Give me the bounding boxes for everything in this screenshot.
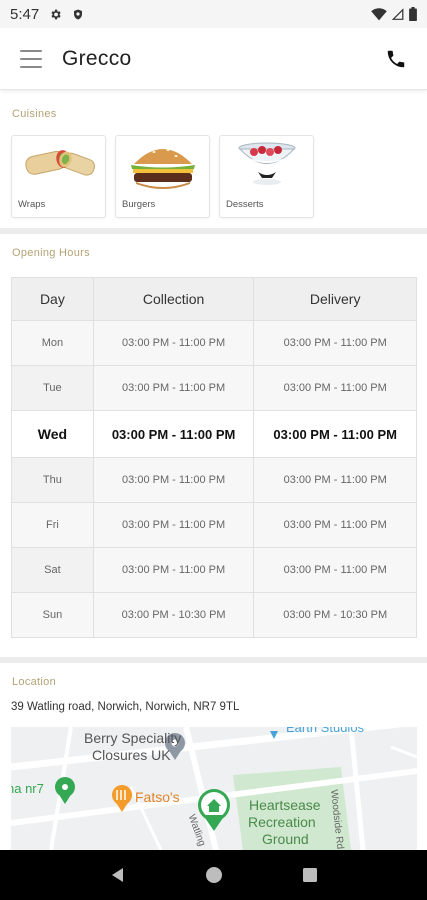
- opening-hours-section-title: Opening Hours: [12, 247, 90, 259]
- collection-hours-cell: 03:00 PM - 11:00 PM: [92, 457, 255, 503]
- day-cell: Mon: [11, 320, 94, 366]
- recents-icon[interactable]: [302, 867, 318, 883]
- system-navigation-bar: [0, 850, 427, 900]
- collection-hours-cell: 03:00 PM - 11:00 PM: [92, 502, 255, 548]
- app-bar: Grecco: [0, 28, 427, 90]
- day-cell: Tue: [11, 365, 94, 411]
- map-background: [11, 727, 417, 850]
- column-header-day: Day: [11, 277, 94, 321]
- delivery-hours-cell: 03:00 PM - 11:00 PM: [253, 457, 417, 503]
- day-cell: Sat: [11, 547, 94, 593]
- wrap-image: [25, 150, 95, 176]
- delivery-hours-cell: 03:00 PM - 11:00 PM: [253, 410, 417, 458]
- dessert-image: [238, 142, 296, 185]
- table-header-row: Day Collection Delivery: [11, 277, 417, 321]
- delivery-hours-cell: 03:00 PM - 11:00 PM: [253, 365, 417, 411]
- home-icon[interactable]: [205, 866, 223, 884]
- delivery-hours-cell: 03:00 PM - 11:00 PM: [253, 320, 417, 366]
- settings-gear-icon: [49, 8, 62, 21]
- cuisine-card-desserts[interactable]: Desserts: [219, 135, 314, 218]
- delivery-hours-cell: 03:00 PM - 11:00 PM: [253, 547, 417, 593]
- table-row: Thu 03:00 PM - 11:00 PM 03:00 PM - 11:00…: [11, 457, 417, 503]
- section-divider: [0, 657, 427, 663]
- battery-icon: [409, 7, 417, 21]
- back-icon[interactable]: [109, 866, 127, 884]
- section-divider: [0, 228, 427, 234]
- table-row: Tue 03:00 PM - 11:00 PM 03:00 PM - 11:00…: [11, 365, 417, 411]
- opening-hours-table: Day Collection Delivery Mon 03:00 PM - 1…: [11, 277, 417, 638]
- day-cell: Thu: [11, 457, 94, 503]
- burger-image: [131, 149, 195, 189]
- map-label-heartsease-line3: Ground: [262, 831, 309, 847]
- table-row-today: Wed 03:00 PM - 11:00 PM 03:00 PM - 11:00…: [11, 410, 417, 458]
- delivery-hours-cell: 03:00 PM - 10:30 PM: [253, 592, 417, 638]
- cuisine-label: Desserts: [226, 199, 264, 210]
- collection-hours-cell: 03:00 PM - 11:00 PM: [92, 547, 255, 593]
- day-cell: Fri: [11, 502, 94, 548]
- hamburger-menu-icon[interactable]: [20, 49, 42, 68]
- cuisine-card-burgers[interactable]: Burgers: [115, 135, 210, 218]
- map-label-heartsease-line1: Heartsease: [249, 797, 321, 813]
- cuisine-label: Burgers: [122, 199, 156, 210]
- day-cell: Wed: [11, 410, 94, 458]
- cell-signal-icon: [392, 7, 404, 21]
- collection-hours-cell: 03:00 PM - 11:00 PM: [92, 365, 255, 411]
- table-row: Sat 03:00 PM - 11:00 PM 03:00 PM - 11:00…: [11, 547, 417, 593]
- shield-icon: [72, 8, 84, 21]
- wifi-icon: [371, 7, 387, 21]
- status-bar: 5:47: [0, 0, 427, 28]
- table-row: Mon 03:00 PM - 11:00 PM 03:00 PM - 11:00…: [11, 320, 417, 366]
- page-title: Grecco: [62, 46, 132, 70]
- address-text: 39 Watling road, Norwich, Norwich, NR7 9…: [11, 701, 240, 713]
- map-label-berry-line1: Berry Speciality: [84, 730, 182, 746]
- map-label-earth-studios: Earth Studios: [286, 727, 365, 735]
- map-label-na-nr7: na nr7: [11, 781, 44, 796]
- column-header-collection: Collection: [92, 277, 255, 321]
- table-row: Fri 03:00 PM - 11:00 PM 03:00 PM - 11:00…: [11, 502, 417, 548]
- collection-hours-cell: 03:00 PM - 11:00 PM: [92, 410, 255, 458]
- map-label-berry-line2: Closures UK: [92, 747, 171, 763]
- collection-hours-cell: 03:00 PM - 11:00 PM: [92, 320, 255, 366]
- cuisine-label: Wraps: [18, 199, 46, 210]
- collection-hours-cell: 03:00 PM - 10:30 PM: [92, 592, 255, 638]
- location-map[interactable]: Earth Studios Berry Speciality Closures …: [11, 727, 417, 850]
- delivery-hours-cell: 03:00 PM - 11:00 PM: [253, 502, 417, 548]
- phone-call-icon[interactable]: [385, 48, 407, 70]
- day-cell: Sun: [11, 592, 94, 638]
- cuisine-card-wraps[interactable]: Wraps: [11, 135, 106, 218]
- status-time: 5:47: [10, 5, 40, 23]
- map-label-heartsease-line2: Recreation: [248, 814, 316, 830]
- column-header-delivery: Delivery: [253, 277, 417, 321]
- map-label-fatsos: Fatso's: [135, 789, 180, 805]
- table-row: Sun 03:00 PM - 10:30 PM 03:00 PM - 10:30…: [11, 592, 417, 638]
- cuisines-section-title: Cuisines: [12, 108, 57, 120]
- location-section-title: Location: [12, 676, 56, 688]
